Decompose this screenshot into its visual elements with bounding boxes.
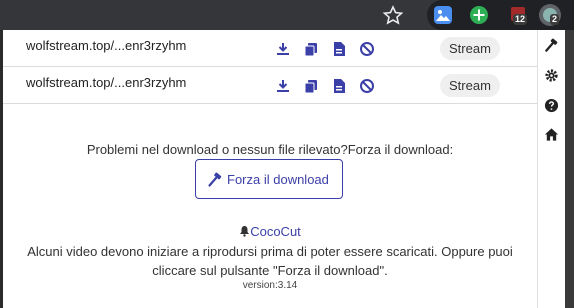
description-line: Alcuni video devono iniziare a riprodurs… bbox=[27, 244, 513, 259]
download-icon[interactable] bbox=[275, 41, 291, 57]
bell-icon bbox=[240, 226, 250, 237]
cococut-popup: wolfstream.top/...enr3rzyhm Stream wolfs… bbox=[3, 30, 537, 308]
popup-sidebar bbox=[537, 30, 565, 308]
block-icon[interactable] bbox=[359, 78, 375, 94]
copy-icon[interactable] bbox=[303, 78, 319, 94]
download-icon[interactable] bbox=[275, 78, 291, 94]
page-background-strip bbox=[565, 30, 574, 308]
extension-badge: 2 bbox=[550, 14, 560, 25]
file-icon[interactable] bbox=[331, 78, 347, 94]
download-url: wolfstream.top/...enr3rzyhm bbox=[26, 38, 187, 53]
force-download-prompt: Problemi nel download o nessun file rile… bbox=[86, 142, 454, 157]
photos-extension-icon[interactable] bbox=[431, 3, 455, 27]
hammer-icon[interactable] bbox=[544, 38, 559, 53]
browser-toolbar: 12 2 bbox=[0, 0, 574, 30]
force-download-label: Forza il download bbox=[227, 172, 329, 187]
cococut-link[interactable]: CocoCut bbox=[250, 224, 301, 239]
force-download-button[interactable]: Forza il download bbox=[195, 159, 343, 199]
download-url: wolfstream.top/...enr3rzyhm bbox=[26, 75, 187, 90]
help-icon[interactable] bbox=[544, 98, 559, 113]
block-icon[interactable] bbox=[359, 41, 375, 57]
stream-button[interactable]: Stream bbox=[440, 74, 500, 97]
download-row: wolfstream.top/...enr3rzyhm Stream bbox=[3, 30, 537, 67]
extension-badge: 12 bbox=[513, 14, 528, 25]
copy-icon[interactable] bbox=[303, 41, 319, 57]
stream-button[interactable]: Stream bbox=[440, 37, 500, 60]
version-label: version:3.14 bbox=[242, 280, 298, 291]
download-row: wolfstream.top/...enr3rzyhm Stream bbox=[3, 67, 537, 104]
bookmark-star-icon[interactable] bbox=[382, 3, 404, 27]
file-icon[interactable] bbox=[331, 41, 347, 57]
description-line: cliccare sul pulsante "Forza il download… bbox=[152, 263, 388, 278]
gear-icon[interactable] bbox=[544, 68, 559, 83]
description-text: Alcuni video devono iniziare a riprodurs… bbox=[3, 242, 537, 280]
extensions-area: 12 2 bbox=[427, 0, 574, 30]
hammer-icon bbox=[208, 172, 222, 187]
home-icon[interactable] bbox=[544, 127, 559, 142]
plus-extension-icon[interactable] bbox=[467, 3, 491, 27]
brand-line: CocoCut bbox=[3, 224, 537, 239]
